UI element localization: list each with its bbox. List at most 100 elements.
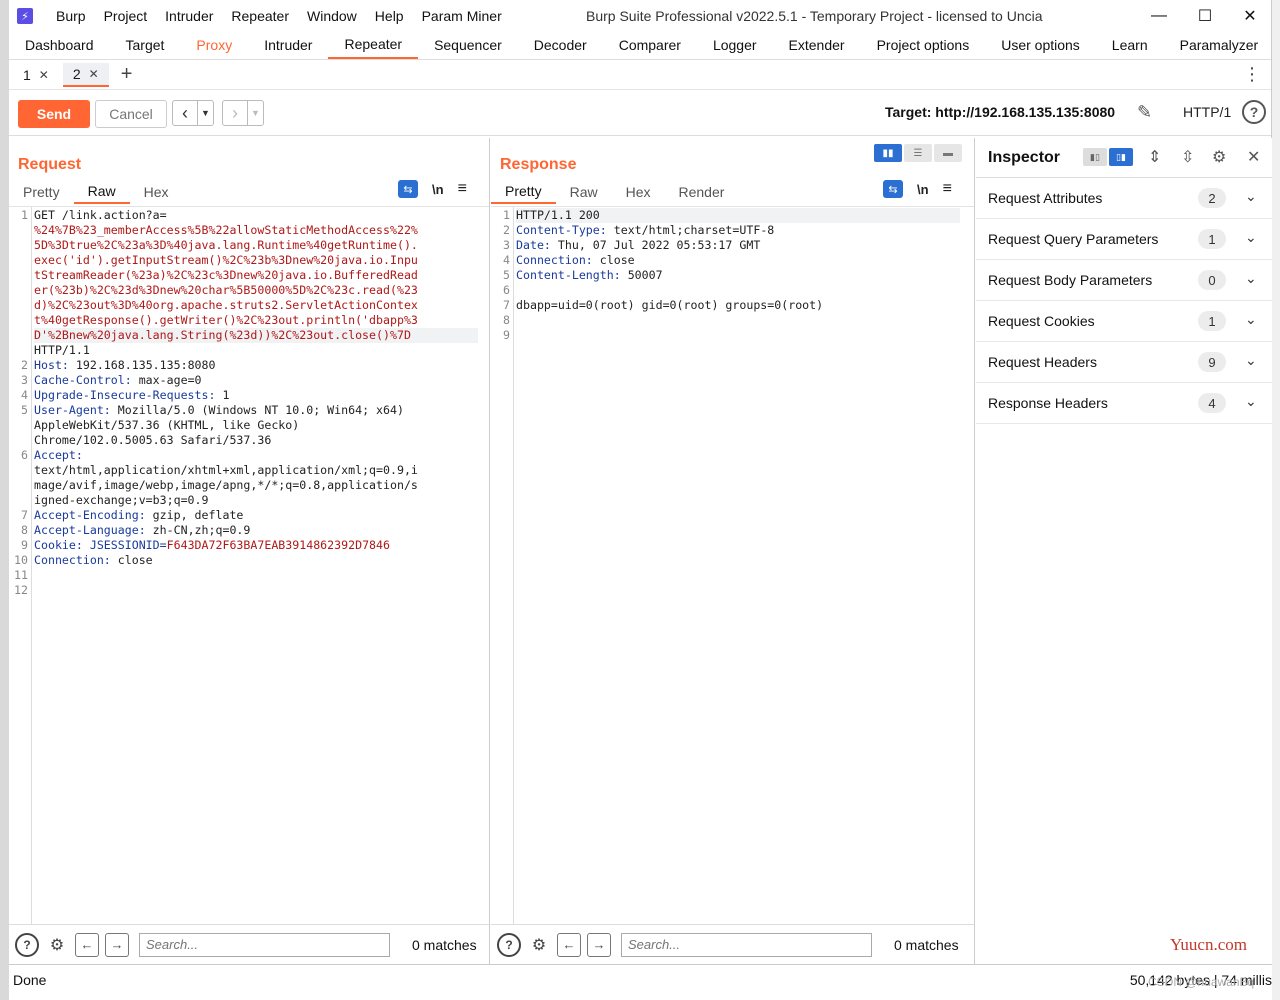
close-tab-icon[interactable]: ✕ — [89, 67, 99, 81]
chevron-down-icon[interactable]: ⌄ — [1245, 352, 1257, 369]
help-icon[interactable]: ? — [15, 932, 39, 957]
help-icon[interactable]: ? — [497, 932, 521, 957]
menu-intruder[interactable]: Intruder — [156, 8, 222, 24]
tab-repeater[interactable]: Repeater — [328, 31, 419, 59]
param-value: 5D%3Dtrue%2C%23a%3D%40java.lang.Runtime%… — [34, 238, 418, 252]
split-vertical-icon[interactable]: ☰ — [904, 144, 932, 162]
search-input[interactable] — [139, 932, 390, 957]
minimize-icon[interactable]: — — [1136, 0, 1182, 32]
back-dropdown-icon[interactable]: ▼ — [197, 101, 213, 125]
help-icon[interactable]: ? — [1242, 100, 1266, 124]
inspector-section-response-headers[interactable]: Response Headers 4 ⌄ — [976, 383, 1272, 424]
tab-dashboard[interactable]: Dashboard — [9, 31, 110, 59]
response-tab-pretty[interactable]: Pretty — [491, 180, 556, 204]
request-title: Request — [18, 156, 82, 173]
response-editor[interactable]: 1 HTTP/1.1 200 2 Content-Type: text/html;ch… — [491, 206, 974, 924]
gear-icon[interactable]: ⚙ — [45, 933, 69, 957]
tab-proxy[interactable]: Proxy — [180, 31, 248, 59]
newline-toggle-icon[interactable]: \n — [917, 182, 929, 197]
request-tab-pretty[interactable]: Pretty — [9, 180, 74, 204]
http-version[interactable]: HTTP/1 — [1183, 104, 1231, 120]
inspector-layout-toggle[interactable]: ▮▯ ▯▮ — [1083, 148, 1133, 166]
menu-icon[interactable]: ≡ — [943, 180, 952, 198]
response-tab-raw[interactable]: Raw — [556, 180, 612, 204]
newline-toggle-icon[interactable]: \n — [432, 182, 444, 197]
inspector-section-request-cookies[interactable]: Request Cookies 1 ⌄ — [976, 301, 1272, 342]
inspector-section-request-headers[interactable]: Request Headers 9 ⌄ — [976, 342, 1272, 383]
back-history-group[interactable]: ‹ ▼ — [172, 100, 214, 126]
layout-toggle[interactable]: ▮▮ ☰ ▬ — [874, 144, 962, 162]
back-arrow-icon[interactable]: ‹ — [173, 101, 197, 125]
previous-match-icon[interactable]: ← — [557, 932, 581, 957]
next-match-icon[interactable]: → — [105, 932, 129, 957]
menu-window[interactable]: Window — [298, 8, 366, 24]
more-options-icon[interactable]: ⋮ — [1243, 64, 1261, 85]
previous-match-icon[interactable]: ← — [75, 932, 99, 957]
header-name: Date: — [516, 238, 558, 252]
tab-extender[interactable]: Extender — [773, 31, 861, 59]
tab-user-options[interactable]: User options — [985, 31, 1096, 59]
word-wrap-icon[interactable]: ⇆ — [883, 180, 903, 198]
inspector-section-request-query-parameters[interactable]: Request Query Parameters 1 ⌄ — [976, 219, 1272, 260]
chevron-down-icon[interactable]: ⌄ — [1245, 188, 1257, 205]
tab-paramalyzer[interactable]: Paramalyzer — [1164, 31, 1275, 59]
maximize-icon[interactable]: ☐ — [1182, 0, 1228, 32]
gear-icon[interactable]: ⚙ — [527, 933, 551, 957]
repeater-tab-2[interactable]: 2 ✕ — [62, 62, 109, 87]
inspector-section-request-attributes[interactable]: Request Attributes 2 ⌄ — [976, 178, 1272, 219]
menu-burp[interactable]: Burp — [47, 8, 95, 24]
repeater-tab-1[interactable]: 1 ✕ — [13, 63, 59, 87]
section-label: Request Query Parameters — [988, 231, 1159, 247]
inspector-section-request-body-parameters[interactable]: Request Body Parameters 0 ⌄ — [976, 260, 1272, 301]
close-tab-icon[interactable]: ✕ — [39, 68, 49, 82]
word-wrap-icon[interactable]: ⇆ — [398, 180, 418, 198]
collapse-all-icon[interactable]: ⇳ — [1181, 147, 1194, 167]
tab-target[interactable]: Target — [110, 31, 181, 59]
request-editor[interactable]: 1 GET /link.action?a= %24%7B%23_memberAcce… — [9, 206, 489, 924]
tab-logger[interactable]: Logger — [697, 31, 773, 59]
line-number: 3 — [503, 238, 510, 252]
tab-project-options[interactable]: Project options — [861, 31, 986, 59]
response-tab-hex[interactable]: Hex — [612, 180, 665, 204]
response-tab-render[interactable]: Render — [665, 180, 739, 204]
gear-icon[interactable]: ⚙ — [1212, 147, 1226, 167]
tab-learn[interactable]: Learn — [1096, 31, 1164, 59]
menu-param-miner[interactable]: Param Miner — [413, 8, 511, 24]
inspector-header: Inspector ▮▯ ▯▮ ⇕ ⇳ ⚙ ✕ — [976, 138, 1272, 178]
request-tab-hex[interactable]: Hex — [130, 180, 183, 204]
repeater-tab-label: 1 — [23, 66, 31, 83]
edit-target-icon[interactable]: ✎ — [1137, 102, 1152, 123]
tab-decoder[interactable]: Decoder — [518, 31, 603, 59]
tabs-layout-icon[interactable]: ▬ — [934, 144, 962, 162]
chevron-down-icon[interactable]: ⌄ — [1245, 311, 1257, 328]
search-input[interactable] — [621, 932, 872, 957]
cancel-button[interactable]: Cancel — [95, 100, 167, 128]
chevron-down-icon[interactable]: ⌄ — [1245, 270, 1257, 287]
request-tab-raw[interactable]: Raw — [73, 180, 130, 204]
add-tab-icon[interactable]: + — [121, 63, 133, 86]
forward-history-group[interactable]: › ▼ — [222, 100, 264, 126]
close-icon[interactable]: ✕ — [1227, 0, 1273, 32]
expand-all-icon[interactable]: ⇕ — [1148, 147, 1161, 167]
tab-comparer[interactable]: Comparer — [603, 31, 697, 59]
chevron-down-icon[interactable]: ⌄ — [1245, 393, 1257, 410]
menu-help[interactable]: Help — [366, 8, 413, 24]
chevron-down-icon[interactable]: ⌄ — [1245, 229, 1257, 246]
text-value: 192.168.135.135:8080 — [75, 358, 216, 372]
code-line: Accept-Encoding: gzip, deflate — [34, 508, 243, 523]
menu-project[interactable]: Project — [95, 8, 157, 24]
menu-icon[interactable]: ≡ — [458, 180, 467, 198]
panel-right-icon[interactable]: ▯▮ — [1109, 148, 1133, 166]
next-match-icon[interactable]: → — [587, 932, 611, 957]
menu-repeater[interactable]: Repeater — [222, 8, 298, 24]
param-value: %24%7B%23_memberAccess%5B%22allowStaticM… — [34, 223, 418, 237]
tab-intruder[interactable]: Intruder — [248, 31, 328, 59]
forward-arrow-icon[interactable]: › — [223, 101, 247, 125]
send-button[interactable]: Send — [18, 100, 90, 128]
main-tab-bar: Dashboard Target Proxy Intruder Repeater Sequ… — [9, 32, 1271, 60]
panel-left-icon[interactable]: ▮▯ — [1083, 148, 1107, 166]
forward-dropdown-icon[interactable]: ▼ — [247, 101, 263, 125]
tab-sequencer[interactable]: Sequencer — [418, 31, 518, 59]
close-icon[interactable]: ✕ — [1247, 147, 1260, 167]
split-horizontal-icon[interactable]: ▮▮ — [874, 144, 902, 162]
